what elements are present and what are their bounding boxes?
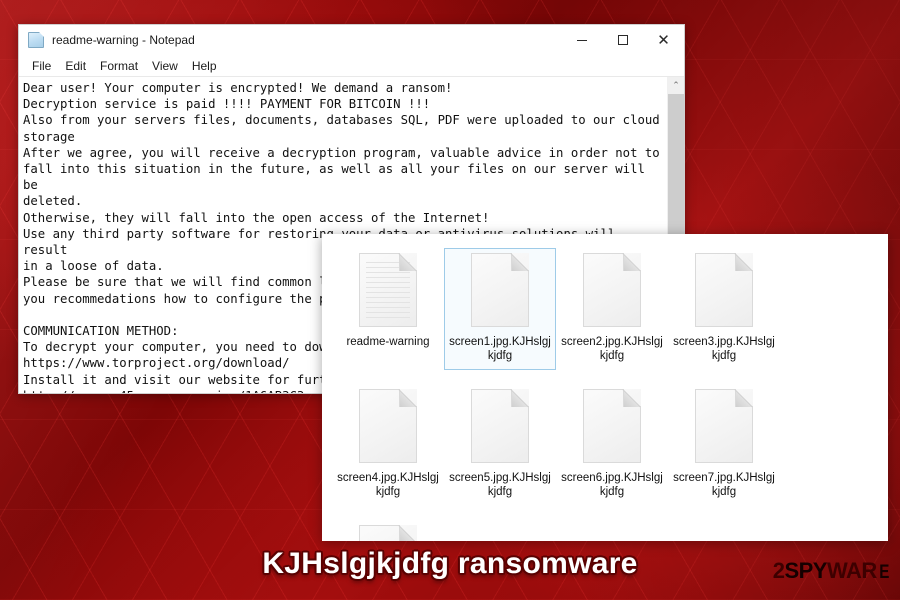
blank-file-icon — [359, 525, 417, 541]
menu-item-view[interactable]: View — [145, 57, 185, 75]
file-item[interactable]: readme-warning — [332, 248, 444, 370]
minimize-icon — [576, 39, 587, 41]
close-button[interactable]: ✕ — [643, 25, 684, 55]
file-label: screen5.jpg.KJHslgjkjdfg — [449, 472, 551, 498]
blank-file-icon — [471, 253, 529, 327]
file-grid: readme-warning screen1.jpg.KJHslgjkjdfg sc… — [332, 248, 878, 541]
notepad-titlebar[interactable]: readme-warning - Notepad ✕ — [19, 25, 684, 55]
brand-part-2: 2 — [772, 558, 785, 583]
blank-file-icon — [695, 389, 753, 463]
blank-file-icon — [583, 253, 641, 327]
blank-file-icon — [471, 389, 529, 463]
file-item[interactable]: screen6.jpg.KJHslgjkjdfg — [556, 384, 668, 506]
file-explorer-panel[interactable]: readme-warning screen1.jpg.KJHslgjkjdfg sc… — [322, 234, 888, 541]
menu-item-edit[interactable]: Edit — [58, 57, 93, 75]
file-item[interactable]: screen3.jpg.KJHslgjkjdfg — [668, 248, 780, 370]
menu-item-help[interactable]: Help — [185, 57, 224, 75]
file-label: screen2.jpg.KJHslgjkjdfg — [561, 336, 663, 362]
file-item[interactable]: screen4.jpg.KJHslgjkjdfg — [332, 384, 444, 506]
file-label: screen7.jpg.KJHslgjkjdfg — [673, 472, 775, 498]
notepad-document-icon — [28, 32, 44, 48]
file-label: screen3.jpg.KJHslgjkjdfg — [673, 336, 775, 362]
text-file-icon — [359, 253, 417, 327]
brand-part-spy: SPY — [784, 558, 827, 583]
file-label: screen6.jpg.KJHslgjkjdfg — [561, 472, 663, 498]
brand-part-war: WAR — [826, 558, 877, 583]
file-label: screen1.jpg.KJHslgjkjdfg — [449, 336, 551, 362]
brand-part-e: E — [879, 562, 889, 583]
file-item[interactable]: screen8.jpg.KJHslgjkjdfg — [332, 520, 444, 541]
scroll-up-arrow-icon[interactable]: ⌃ — [668, 77, 684, 94]
minimize-button[interactable] — [561, 25, 602, 55]
file-label: screen4.jpg.KJHslgjkjdfg — [337, 472, 439, 498]
window-title: readme-warning - Notepad — [52, 33, 195, 47]
menu-item-file[interactable]: File — [25, 57, 58, 75]
file-label: readme-warning — [346, 336, 430, 348]
file-item[interactable]: screen2.jpg.KJHslgjkjdfg — [556, 248, 668, 370]
window-controls: ✕ — [561, 25, 684, 55]
file-item[interactable]: screen7.jpg.KJHslgjkjdfg — [668, 384, 780, 506]
blank-file-icon — [695, 253, 753, 327]
file-item[interactable]: screen5.jpg.KJHslgjkjdfg — [444, 384, 556, 506]
maximize-button[interactable] — [602, 25, 643, 55]
notepad-menubar: File Edit Format View Help — [19, 55, 684, 77]
file-item[interactable]: screen1.jpg.KJHslgjkjdfg — [444, 248, 556, 370]
close-icon: ✕ — [657, 31, 670, 49]
blank-file-icon — [359, 389, 417, 463]
blank-file-icon — [583, 389, 641, 463]
menu-item-format[interactable]: Format — [93, 57, 145, 75]
maximize-icon — [617, 35, 628, 45]
brand-logo-2spyware: 2 SPY WAR E — [772, 558, 890, 583]
